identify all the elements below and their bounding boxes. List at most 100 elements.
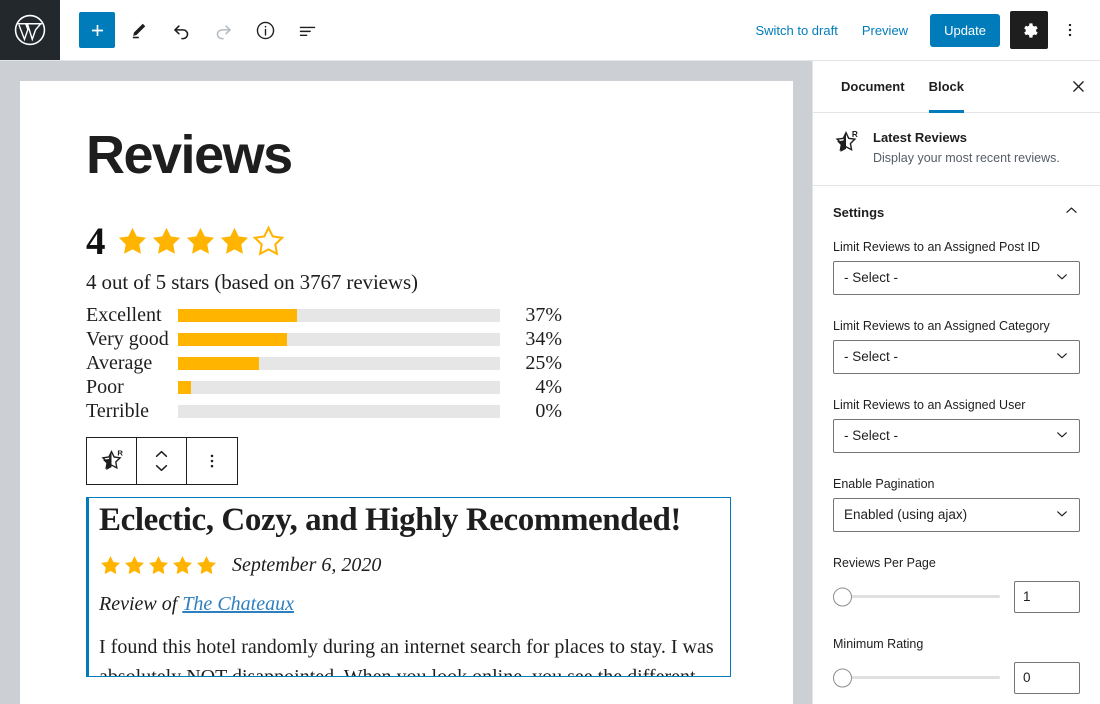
latest-reviews-star-icon[interactable]: R [87,437,137,484]
setting-field: Enable Pagination Enabled (using ajax) [813,471,1100,532]
slider-track [833,676,1000,680]
post-sheet: Reviews 4 4 out of 5 stars (based on 376… [20,81,793,704]
rating-bar-row: Terrible 0% [86,400,727,424]
limit-post-id-select[interactable]: - Select - [833,260,1080,295]
review-meta: September 6, 2020 [99,554,720,577]
setting-label: Enable Pagination [833,476,935,491]
setting-field: Limit Reviews to an Assigned Category - S… [813,313,1100,374]
chevron-down-icon [1054,426,1070,445]
review-of-prefix: Review of [99,592,183,615]
rating-bar-percent: 37% [525,304,562,327]
minimum-rating-slider[interactable] [833,668,1000,688]
setting-label: Limit Reviews to an Assigned Category [833,318,1050,333]
setting-label: Minimum Rating [833,636,924,651]
editor-header: Switch to draft Preview Update [0,0,1100,61]
rating-bar-row: Excellent 37% [86,304,727,328]
review-of-line: Review of The Chateaux [99,593,720,616]
rating-bar-label: Terrible [86,400,150,423]
rating-bar-track [178,357,500,371]
chevron-down-icon [1054,505,1070,524]
page-title[interactable]: Reviews [86,127,727,184]
rating-bar-label: Average [86,352,153,375]
summary-stars [116,225,285,258]
block-toolbar: R [86,436,238,485]
review-date: September 6, 2020 [232,553,382,576]
setting-label: Limit Reviews to an Assigned User [833,397,1026,412]
rating-bar-track [178,333,500,347]
more-options-icon[interactable] [1052,12,1088,48]
block-name: Latest Reviews [873,130,967,145]
review-stars [99,554,218,577]
header-actions: Switch to draft Preview Update [743,11,1100,49]
move-up-down-icon[interactable] [137,437,187,484]
rating-bar-row: Poor 4% [86,376,727,400]
chevron-up-icon [1063,202,1080,224]
close-icon[interactable] [1060,69,1096,105]
switch-to-draft-button[interactable]: Switch to draft [743,17,849,44]
rating-summary-block[interactable]: 4 4 out of 5 stars (based on 3767 review… [86,222,727,424]
rating-bar-percent: 34% [525,328,562,351]
summary-rating-row: 4 [86,222,727,261]
settings-section-header[interactable]: Settings [813,186,1100,234]
gear-icon[interactable] [1010,11,1048,49]
chevron-down-icon [1054,268,1070,287]
block-options-icon[interactable] [187,437,237,484]
reviews-per-page-slider[interactable] [833,587,1000,607]
rating-distribution-bars: Excellent 37% Very good 34% Average 25% Poor 4%… [86,304,727,424]
setting-field: Limit Reviews to an Assigned Post ID - Se… [813,234,1100,295]
preview-button[interactable]: Preview [850,17,920,44]
block-info-card: R Latest Reviews Display your most recen… [813,113,1100,186]
minimum-rating-input[interactable] [1014,661,1080,694]
svg-text:R: R [117,449,123,458]
rating-bar-row: Average 25% [86,352,727,376]
rating-bar-fill [178,381,191,395]
rating-bar-percent: 0% [535,400,562,423]
enable-pagination-select[interactable]: Enabled (using ajax) [833,497,1080,532]
add-block-button[interactable] [79,12,115,48]
summary-subtitle: 4 out of 5 stars (based on 3767 reviews) [86,269,418,294]
latest-reviews-block-selected[interactable]: Eclectic, Cozy, and Highly Recommended! … [86,496,731,677]
rating-bar-fill [178,357,259,371]
rating-bar-label: Poor [86,376,124,399]
rating-bar-track [178,309,500,323]
svg-text:R: R [852,130,858,139]
redo-button[interactable] [205,12,241,48]
block-navigation-button[interactable] [289,12,325,48]
block-description: Display your most recent reviews. [873,151,1060,165]
minimum-rating-row [813,658,1100,694]
rating-bar-label: Very good [86,328,169,351]
limit-category-select[interactable]: - Select - [833,339,1080,374]
undo-button[interactable] [163,12,199,48]
rating-bar-fill [178,333,288,347]
settings-title: Settings [833,205,885,221]
wordpress-block-editor: Switch to draft Preview Update Reviews 4… [0,0,1100,704]
edit-mode-button[interactable] [121,12,157,48]
wordpress-logo-icon[interactable] [0,0,60,60]
setting-field: Limit Reviews to an Assigned User - Selec… [813,392,1100,453]
review-body: I found this hotel randomly during an in… [99,635,714,677]
rating-bar-track [178,381,500,395]
reviews-per-page-row [813,577,1100,613]
rating-bar-row: Very good 34% [86,328,727,352]
tab-block[interactable]: Block [917,61,976,113]
slider-thumb[interactable] [833,587,852,607]
setting-range-field: Minimum Rating [813,631,1100,651]
chevron-down-icon [1054,347,1070,366]
tab-document[interactable]: Document [829,61,917,113]
latest-reviews-star-icon: R [833,129,859,167]
review-target-link[interactable]: The Chateaux [182,593,294,615]
editor-toolbar [60,12,325,48]
reviews-per-page-input[interactable] [1014,580,1080,613]
update-button[interactable]: Update [930,13,1000,47]
slider-track [833,595,1000,599]
editor-canvas: Reviews 4 4 out of 5 stars (based on 376… [0,61,812,704]
rating-bar-track [178,405,500,419]
limit-user-select[interactable]: - Select - [833,418,1080,453]
rating-bar-label: Excellent [86,304,162,327]
setting-label: Reviews Per Page [833,555,936,570]
details-button[interactable] [247,12,283,48]
setting-label: Limit Reviews to an Assigned Post ID [833,239,1041,254]
review-title: Eclectic, Cozy, and Highly Recommended! [99,501,681,538]
setting-range-field: Reviews Per Page [813,550,1100,570]
slider-thumb[interactable] [833,668,852,688]
